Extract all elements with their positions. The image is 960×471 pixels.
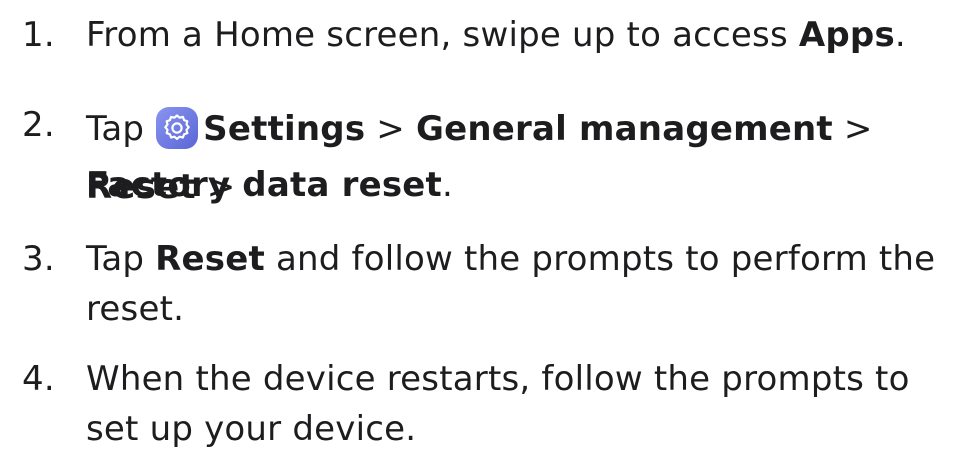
step-number: 4. xyxy=(22,359,55,399)
step-text-part: Tap xyxy=(86,239,156,279)
step-number: 3. xyxy=(22,239,55,279)
separator: > xyxy=(832,109,873,149)
settings-gear-icon xyxy=(155,106,199,150)
separator: > xyxy=(365,109,416,149)
ui-term-factory-data-reset: Factory data reset xyxy=(86,165,443,205)
step-text-part: Tap xyxy=(86,109,156,149)
step-text-line: When the device restarts, follow the pro… xyxy=(86,359,910,399)
step-text-part: . xyxy=(442,165,454,205)
step-number: 1. xyxy=(22,15,55,55)
step-text-part: . xyxy=(894,15,906,55)
step-text: From a Home screen, swipe up to access A… xyxy=(86,10,946,60)
step-text-part: and follow the prompts to perform the xyxy=(264,239,936,279)
ui-term-general-management: General management xyxy=(415,109,833,149)
step-number: 2. xyxy=(22,105,55,145)
ui-term-reset: Reset xyxy=(155,239,265,279)
step-text: When the device restarts, follow the pro… xyxy=(86,354,946,454)
step-text-line: reset. xyxy=(86,289,185,329)
ui-term-apps: Apps xyxy=(798,15,895,55)
step-text-part: From a Home screen, swipe up to access xyxy=(86,15,799,55)
ui-term-settings: Settings xyxy=(203,109,366,149)
step-text-line: set up your device. xyxy=(86,409,417,449)
step-text: Tap Settings > General management > Rese… xyxy=(86,100,946,210)
step-text: Tap Reset and follow the prompts to perf… xyxy=(86,234,946,334)
